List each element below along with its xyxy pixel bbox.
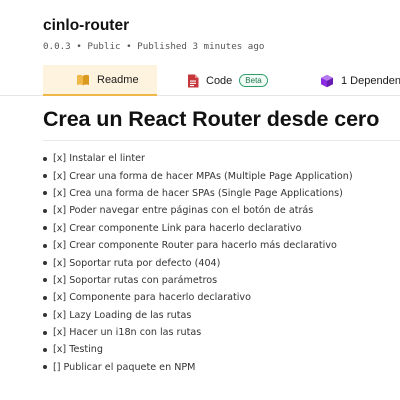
list-item: [x] Crea una forma de hacer SPAs (Single…: [43, 185, 353, 202]
list-item-text: [x] Soportar rutas con parámetros: [53, 274, 218, 286]
bullet: [43, 191, 47, 196]
code-file-icon: [187, 74, 199, 88]
list-item-text: [x] Componente para hacerlo declarativo: [53, 292, 251, 304]
list-item: [x] Soportar rutas con parámetros: [43, 272, 353, 289]
package-tabs: Readme Code Beta 1 Dependency: [0, 65, 400, 96]
bullet: [43, 313, 47, 318]
package-published-time: Published 3 minutes ago: [137, 41, 265, 52]
tab-label: 1 Dependency: [341, 74, 400, 87]
meta-separator: •: [126, 41, 132, 52]
list-item-text: [x] Crea una forma de hacer SPAs (Single…: [53, 187, 343, 199]
list-item-text: [x] Poder navegar entre páginas con el b…: [53, 205, 314, 217]
readme-icon: [76, 73, 90, 87]
bullet: [43, 156, 47, 161]
list-item-text: [x] Soportar ruta por defecto (404): [53, 257, 221, 269]
list-item-text: [x] Crear una forma de hacer MPAs (Multi…: [53, 170, 353, 182]
list-item: [x] Soportar ruta por defecto (404): [43, 254, 353, 271]
bullet: [43, 347, 47, 352]
bullet: [43, 243, 47, 248]
list-item-text: [x] Crear componente Router para hacerlo…: [53, 240, 337, 252]
package-meta: 0.0.3 • Public • Published 3 minutes ago: [43, 41, 264, 52]
list-item: [x] Hacer un i18n con las rutas: [43, 324, 353, 341]
tab-label: Readme: [97, 73, 139, 86]
list-item: [x] Lazy Loading de las rutas: [43, 307, 353, 324]
tab-dependencies[interactable]: 1 Dependency: [320, 65, 400, 96]
tab-code[interactable]: Code Beta: [187, 65, 268, 96]
list-item-text: [] Publicar el paquete en NPM: [53, 361, 196, 373]
title-divider: [43, 140, 400, 141]
tab-label: Code: [206, 74, 233, 87]
list-item: [x] Testing: [43, 341, 353, 358]
package-visibility: Public: [87, 41, 121, 52]
bullet: [43, 295, 47, 300]
list-item-text: [x] Instalar el linter: [53, 153, 145, 165]
readme-checklist: [x] Instalar el linter [x] Crear una for…: [43, 150, 353, 376]
list-item: [x] Crear componente Router para hacerlo…: [43, 237, 353, 254]
list-item-text: [x] Hacer un i18n con las rutas: [53, 327, 202, 339]
meta-separator: •: [76, 41, 82, 52]
tab-readme[interactable]: Readme: [43, 65, 157, 96]
list-item: [] Publicar el paquete en NPM: [43, 359, 353, 376]
list-item: [x] Poder navegar entre páginas con el b…: [43, 202, 353, 219]
beta-badge: Beta: [239, 74, 268, 87]
list-item-text: [x] Testing: [53, 344, 103, 356]
bullet: [43, 261, 47, 266]
bullet: [43, 208, 47, 213]
list-item: [x] Componente para hacerlo declarativo: [43, 289, 353, 306]
readme-title: Crea un React Router desde cero: [43, 107, 380, 131]
bullet: [43, 365, 47, 370]
bullet: [43, 174, 47, 179]
bullet: [43, 278, 47, 283]
package-box-icon: [320, 74, 334, 88]
list-item-text: [x] Crear componente Link para hacerlo d…: [53, 222, 302, 234]
list-item-text: [x] Lazy Loading de las rutas: [53, 309, 192, 321]
list-item: [x] Instalar el linter: [43, 150, 353, 167]
package-name: cinlo-router: [43, 17, 130, 34]
bullet: [43, 226, 47, 231]
list-item: [x] Crear una forma de hacer MPAs (Multi…: [43, 167, 353, 184]
list-item: [x] Crear componente Link para hacerlo d…: [43, 220, 353, 237]
bullet: [43, 330, 47, 335]
package-version: 0.0.3: [43, 41, 71, 52]
